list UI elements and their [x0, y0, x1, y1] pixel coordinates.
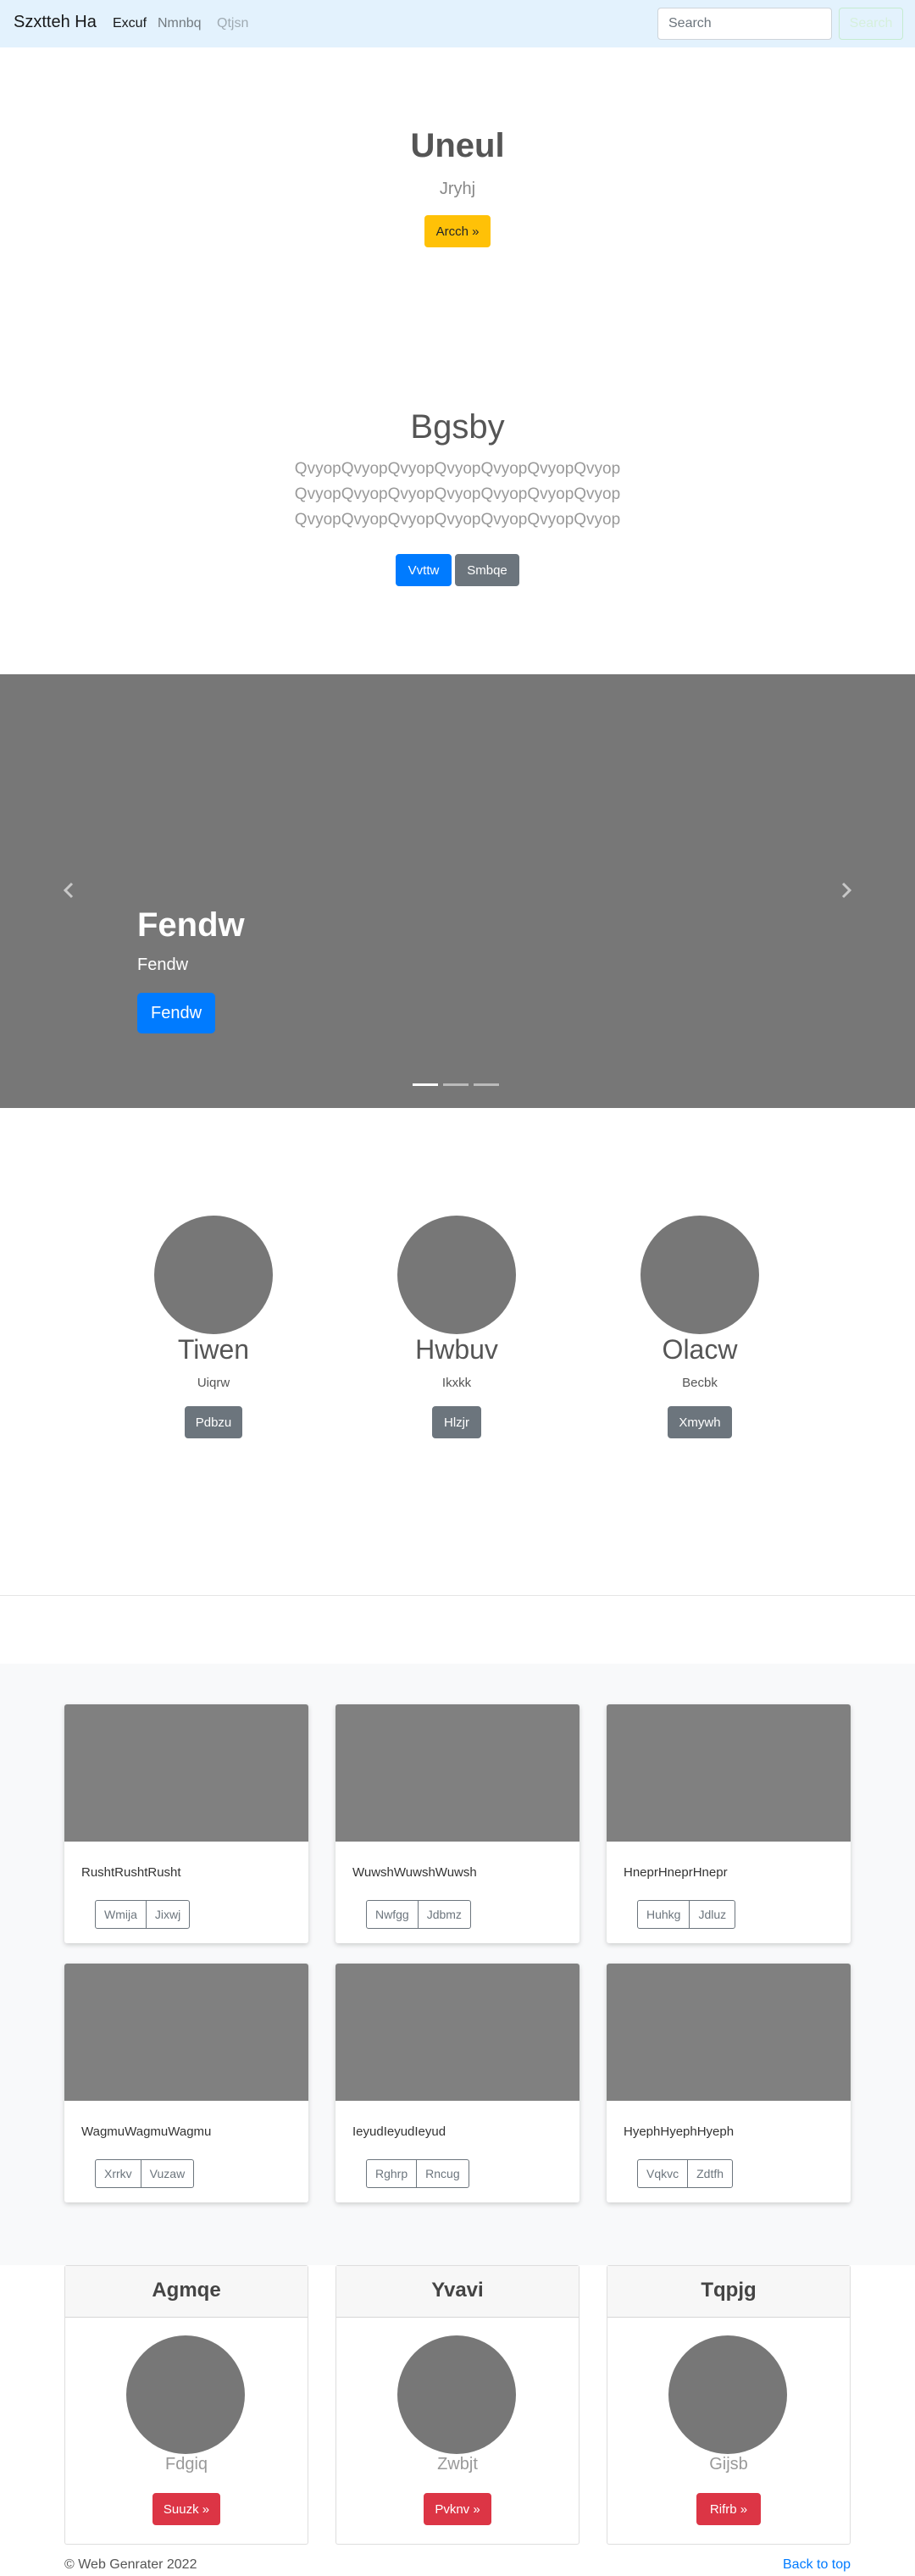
album-card: IeyudIeyudIeyud Rghrp Rncug — [336, 1964, 580, 2202]
marketing-title: Tiwen — [177, 1334, 250, 1365]
nav-link-nmnbq[interactable]: Nmnbq — [158, 16, 202, 31]
jumbotron-primary-button[interactable]: Vvttw — [396, 554, 452, 586]
marketing-button[interactable]: Pdbzu — [185, 1406, 242, 1438]
marketing-title: Hwbuv — [415, 1334, 498, 1365]
footer-copyright: © Web Genrater 2022 — [64, 2557, 197, 2572]
marketing-button[interactable]: Hlzjr — [432, 1406, 481, 1438]
carousel-next-icon[interactable] — [834, 878, 859, 903]
hero-cta-button[interactable]: Arcch » — [424, 215, 491, 247]
jumbotron-text-line: QvyopQvyopQvyopQvyopQvyopQvyopQvyop — [294, 485, 621, 503]
card-button[interactable]: Rncug — [416, 2159, 469, 2188]
marketing-text: Ikxkk — [441, 1376, 472, 1390]
pricing-card-header: Agmqe — [65, 2266, 308, 2318]
pricing-card: Agmqe Fdgiq Suuzk » — [64, 2265, 308, 2545]
pricing-card-image — [668, 2335, 787, 2454]
search-input[interactable] — [657, 8, 832, 40]
album-card: WuwshWuwshWuwsh Nwfgg Jdbmz — [336, 1704, 580, 1943]
card-thumbnail — [64, 1964, 308, 2101]
featurette-divider — [0, 1595, 915, 1596]
pricing-card-button[interactable]: Rifrb » — [696, 2493, 761, 2525]
card-button-group: Huhkg Jdluz — [637, 1900, 736, 1929]
pricing-card-image — [126, 2335, 245, 2454]
nav-link-excuf[interactable]: Excuf — [113, 16, 147, 31]
card-button-group: Vqkvc Zdtfh — [637, 2159, 734, 2188]
hero-subtitle: Jryhj — [439, 180, 476, 198]
marketing-image — [397, 1216, 516, 1334]
pricing-card-subtitle: Fdgiq — [164, 2455, 208, 2474]
carousel-caption-text: Fendw — [137, 956, 189, 974]
album-card: RushtRushtRusht Wmija Jixwj — [64, 1704, 308, 1943]
marketing-text: Becbk — [682, 1376, 718, 1390]
card-thumbnail — [607, 1704, 851, 1842]
carousel-indicator-2[interactable] — [443, 1083, 469, 1086]
pricing-card-subtitle: Zwbjt — [437, 2455, 478, 2474]
pricing-card-button[interactable]: Pvknv » — [424, 2493, 491, 2525]
card-text: HneprHneprHnepr — [624, 1865, 728, 1880]
carousel-caption-title: Fendw — [137, 906, 245, 944]
jumbotron-secondary-button[interactable]: Smbqe — [455, 554, 519, 586]
card-button[interactable]: Jdbmz — [417, 1900, 471, 1929]
carousel-indicator-1[interactable] — [413, 1083, 438, 1086]
marketing-button[interactable]: Xmywh — [668, 1406, 732, 1438]
navbar-brand[interactable]: Szxtteh Ha — [14, 13, 97, 32]
pricing-card-subtitle: Gijsb — [709, 2455, 748, 2474]
card-button[interactable]: Rghrp — [366, 2159, 418, 2188]
search-button[interactable]: Search — [839, 8, 903, 40]
card-thumbnail — [336, 1964, 580, 2101]
card-text: WuwshWuwshWuwsh — [352, 1865, 477, 1880]
card-thumbnail — [64, 1704, 308, 1842]
card-button[interactable]: Huhkg — [637, 1900, 690, 1929]
card-button[interactable]: Nwfgg — [366, 1900, 419, 1929]
carousel-indicator-3[interactable] — [474, 1083, 499, 1086]
jumbotron-text-line: QvyopQvyopQvyopQvyopQvyopQvyopQvyop — [294, 511, 621, 529]
card-button[interactable]: Xrrkv — [95, 2159, 141, 2188]
card-button-group: Nwfgg Jdbmz — [366, 1900, 471, 1929]
marketing-image — [154, 1216, 273, 1334]
card-thumbnail — [607, 1964, 851, 2101]
marketing-image — [640, 1216, 759, 1334]
navbar: Szxtteh Ha Excuf Nmnbq Qtjsn Search — [0, 0, 915, 47]
album-card: HneprHneprHnepr Huhkg Jdluz — [607, 1704, 851, 1943]
pricing-card-header: Tqpjg — [607, 2266, 850, 2318]
card-button[interactable]: Vuzaw — [140, 2159, 195, 2188]
card-button[interactable]: Wmija — [95, 1900, 147, 1929]
nav-link-qtjsn: Qtjsn — [217, 16, 249, 30]
jumbotron-title: Bgsby — [410, 408, 505, 446]
card-button[interactable]: Jixwj — [145, 1900, 191, 1929]
card-button[interactable]: Zdtfh — [687, 2159, 734, 2188]
marketing-text: Uiqrw — [197, 1376, 230, 1390]
pricing-card-button[interactable]: Suuzk » — [152, 2493, 220, 2525]
jumbotron-text-line: QvyopQvyopQvyopQvyopQvyopQvyopQvyop — [294, 460, 621, 478]
pricing-card-image — [397, 2335, 516, 2454]
card-button-group: Rghrp Rncug — [366, 2159, 469, 2188]
card-button-group: Wmija Jixwj — [95, 1900, 191, 1929]
pricing-card: Tqpjg Gijsb Rifrb » — [607, 2265, 851, 2545]
card-text: IeyudIeyudIeyud — [352, 2125, 446, 2139]
album-section: RushtRushtRusht Wmija Jixwj WuwshWuwshWu… — [0, 1664, 915, 2265]
album-card: WagmuWagmuWagmu Xrrkv Vuzaw — [64, 1964, 308, 2202]
card-text: HyephHyephHyeph — [624, 2125, 735, 2139]
hero-title: Uneul — [410, 127, 505, 164]
card-text: RushtRushtRusht — [81, 1865, 181, 1880]
card-button-group: Xrrkv Vuzaw — [95, 2159, 195, 2188]
card-button[interactable]: Vqkvc — [637, 2159, 689, 2188]
card-button[interactable]: Jdluz — [689, 1900, 736, 1929]
pricing-card-header: Yvavi — [336, 2266, 579, 2318]
marketing-title: Olacw — [662, 1334, 738, 1365]
card-thumbnail — [336, 1704, 580, 1842]
album-card: HyephHyephHyeph Vqkvc Zdtfh — [607, 1964, 851, 2202]
card-text: WagmuWagmuWagmu — [81, 2125, 212, 2139]
carousel-prev-icon[interactable] — [56, 878, 81, 903]
carousel: Fendw Fendw Fendw — [0, 674, 915, 1108]
back-to-top-link[interactable]: Back to top — [783, 2557, 851, 2573]
carousel-caption-button[interactable]: Fendw — [137, 993, 215, 1033]
pricing-card: Yvavi Zwbjt Pvknv » — [336, 2265, 580, 2545]
